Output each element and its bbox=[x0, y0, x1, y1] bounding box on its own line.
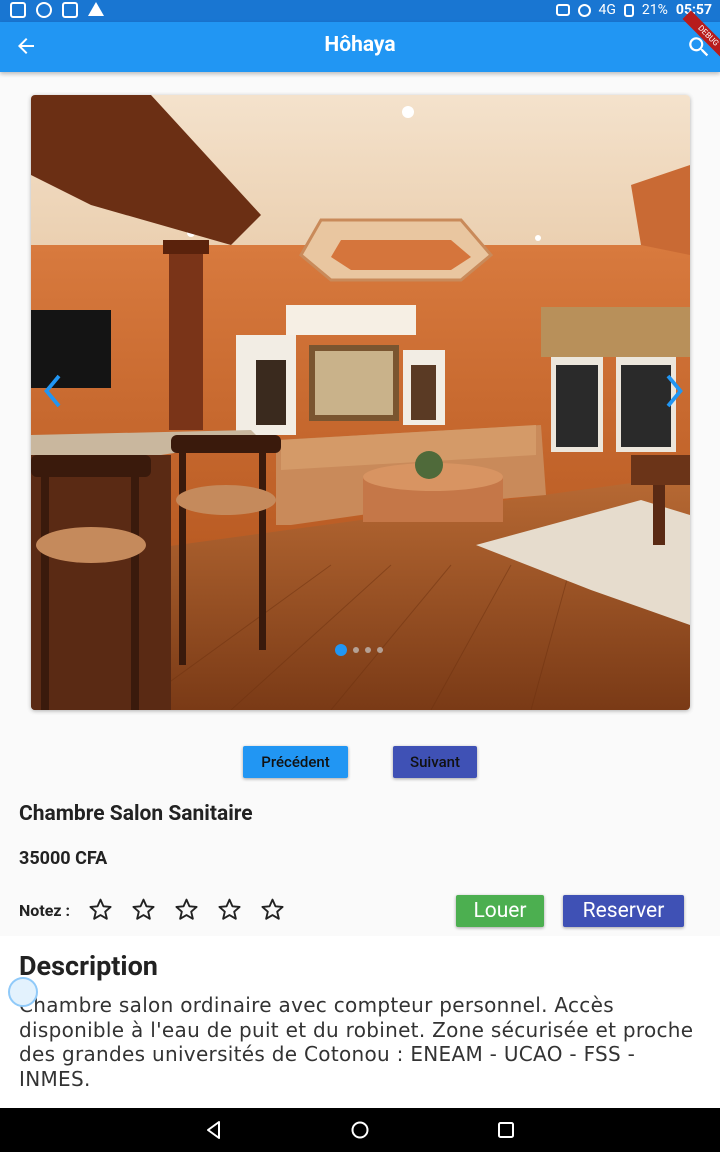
recents-square-icon[interactable] bbox=[494, 1118, 518, 1142]
carousel-prev-arrow-icon[interactable] bbox=[39, 371, 69, 411]
battery-level: 21% bbox=[641, 2, 668, 18]
app-bar: Hôhaya DEBUG bbox=[0, 10, 720, 72]
alarm-status-icon bbox=[577, 3, 591, 17]
network-type: 4G bbox=[598, 2, 616, 18]
image-notification-icon bbox=[62, 2, 78, 18]
system-navigation-bar bbox=[0, 1108, 720, 1152]
vibrate-icon bbox=[555, 4, 570, 16]
star-outline-icon[interactable] bbox=[131, 897, 156, 922]
notification-icon bbox=[10, 2, 26, 18]
carousel-dot[interactable] bbox=[365, 647, 371, 653]
warning-icon bbox=[88, 2, 104, 16]
room-photo bbox=[31, 95, 690, 710]
star-outline-icon[interactable] bbox=[260, 897, 285, 922]
carousel-dot[interactable] bbox=[377, 647, 383, 653]
previous-button[interactable]: Précédent bbox=[243, 746, 348, 778]
description-text: Chambre salon ordinaire avec compteur pe… bbox=[19, 993, 694, 1091]
rating-label: Notez : bbox=[19, 901, 70, 920]
carousel-indicator bbox=[335, 644, 383, 656]
back-triangle-icon[interactable] bbox=[202, 1118, 226, 1142]
rent-button[interactable]: Louer bbox=[456, 895, 544, 927]
star-outline-icon[interactable] bbox=[217, 897, 242, 922]
listing-title: Chambre Salon Sanitaire bbox=[19, 802, 253, 826]
status-bar: 4G 21% 05:57 bbox=[0, 0, 720, 22]
listing-price: 35000 CFA bbox=[19, 848, 108, 869]
carousel-dot[interactable] bbox=[353, 647, 359, 653]
star-outline-icon[interactable] bbox=[88, 897, 113, 922]
star-outline-icon[interactable] bbox=[174, 897, 199, 922]
alarm-icon bbox=[36, 2, 52, 18]
home-circle-icon[interactable] bbox=[348, 1118, 372, 1142]
carousel-dot[interactable] bbox=[335, 644, 347, 656]
image-carousel[interactable] bbox=[31, 95, 690, 710]
app-title: Hôhaya bbox=[324, 33, 396, 57]
star-rating bbox=[88, 897, 285, 922]
next-button[interactable]: Suivant bbox=[393, 746, 477, 778]
description-heading: Description bbox=[19, 950, 158, 982]
reserve-button[interactable]: Reserver bbox=[563, 895, 684, 927]
floating-assistant-icon[interactable] bbox=[8, 977, 38, 1007]
battery-icon bbox=[623, 3, 634, 17]
carousel-next-arrow-icon[interactable] bbox=[658, 371, 688, 411]
